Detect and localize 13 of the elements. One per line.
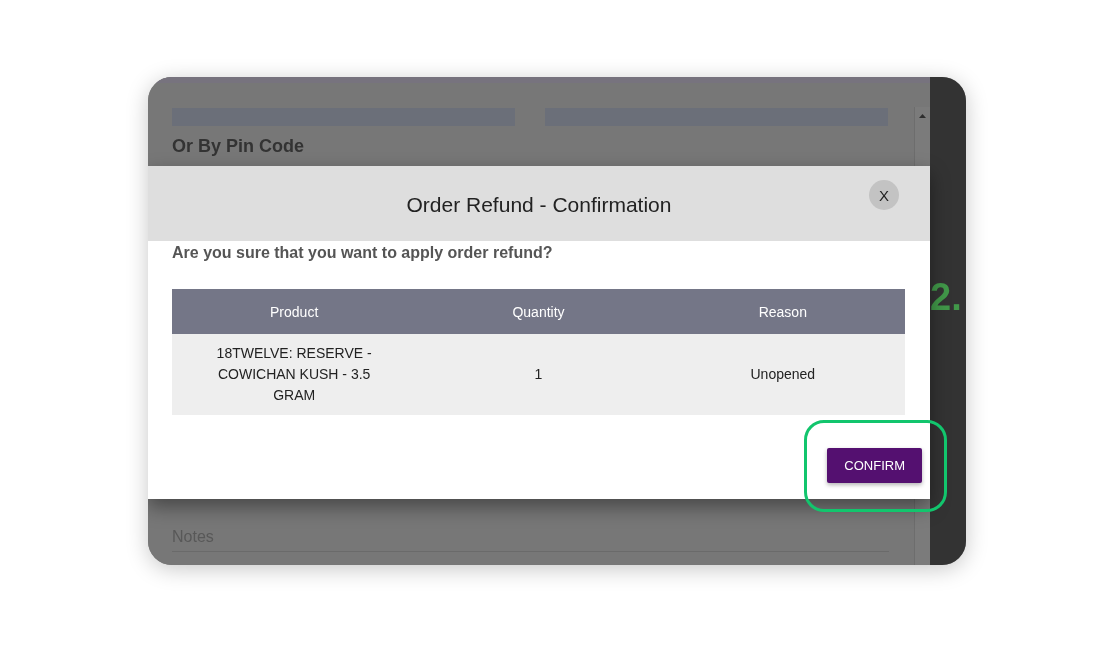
up-arrow-icon[interactable]	[919, 114, 926, 118]
confirmation-message: Are you sure that you want to apply order refund?	[172, 243, 554, 263]
table-cell: 18TWELVE: RESERVE - COWICHAN KUSH - 3.5 GRAM	[172, 334, 417, 415]
column-header: Product	[172, 289, 417, 334]
column-header: Quantity	[416, 289, 661, 334]
close-button[interactable]: X	[869, 180, 899, 210]
table-cell: Unopened	[660, 334, 905, 415]
cut-off-number: 2.	[930, 278, 962, 316]
dialog-title: Order Refund - Confirmation	[406, 192, 672, 218]
section-heading: Or By Pin Code	[172, 136, 305, 157]
confirm-button[interactable]: CONFIRM	[827, 448, 922, 483]
column-header: Reason	[660, 289, 905, 334]
table-cell: 1	[416, 334, 661, 415]
